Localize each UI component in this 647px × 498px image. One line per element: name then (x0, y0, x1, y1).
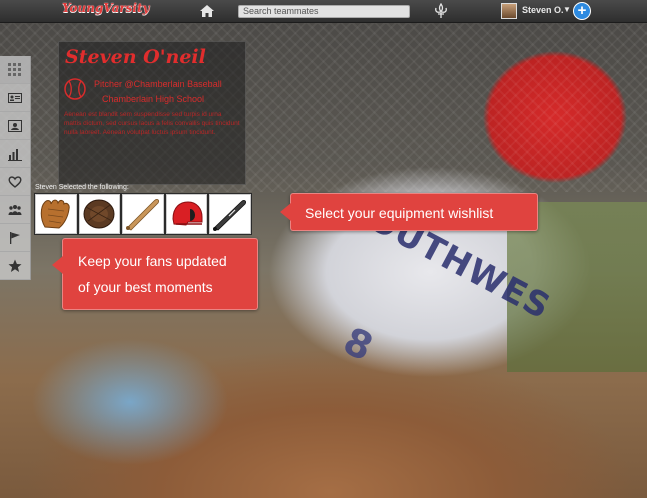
catchers-mitt-icon (83, 199, 115, 229)
jersey-number: 8 (336, 318, 380, 370)
equipment-item-baseball-glove[interactable] (35, 194, 77, 234)
equipment-wishlist-callout: Select your equipment wishlist (280, 193, 538, 231)
profile-bio: Aenean est blandit sem suspendisse sed t… (64, 111, 240, 136)
wood-bat-icon (125, 199, 160, 231)
batting-helmet-icon (172, 201, 203, 226)
equipment-item-batting-helmet[interactable] (165, 194, 208, 234)
baseball-icon (64, 78, 86, 100)
callout-line-2: of your best moments (78, 279, 213, 295)
sidebar-item-id-card[interactable] (0, 84, 30, 112)
callout-text: Select your equipment wishlist (305, 205, 494, 221)
baseball-glove-icon (40, 199, 70, 229)
fans-update-callout: Keep your fans updated of your best mome… (52, 238, 258, 310)
callout-pointer (52, 256, 63, 274)
wishlist-label: Steven Selected the following: (35, 184, 129, 191)
callout-pointer (280, 203, 291, 221)
profile-card: Steven O'neil Pitcher @Chamberlain Baseb… (58, 41, 246, 185)
school-line[interactable]: Chamberlain High School (102, 94, 204, 104)
id-card-icon (8, 92, 22, 103)
sidebar-item-team[interactable] (0, 196, 30, 224)
profile-card-icon (8, 119, 22, 132)
sidebar-item-stats[interactable] (0, 140, 30, 168)
star-icon (8, 259, 22, 272)
callout-line-1: Keep your fans updated (78, 253, 227, 269)
equipment-item-aluminum-bat[interactable] (209, 194, 251, 234)
top-navigation-bar: YoungVarsity Search teammates Steven O. … (0, 0, 647, 23)
bar-chart-icon (8, 148, 22, 161)
sidebar-item-star[interactable] (0, 252, 30, 280)
grid-icon (8, 62, 21, 76)
aluminum-bat-icon (213, 200, 247, 231)
home-icon[interactable] (199, 4, 215, 18)
add-button[interactable]: + (573, 2, 591, 20)
fleur-de-lis-icon[interactable] (434, 3, 448, 19)
app-logo[interactable]: YoungVarsity (62, 1, 150, 15)
equipment-item-wood-bat[interactable] (122, 194, 164, 234)
flag-icon (10, 231, 20, 244)
profile-name[interactable]: Steven O'neil (65, 46, 206, 68)
equipment-item-catchers-mitt[interactable] (78, 194, 121, 234)
position-line: Pitcher @Chamberlain Baseball (94, 79, 222, 89)
sidebar-item-grid[interactable] (0, 56, 30, 84)
chevron-down-icon[interactable]: ▼ (563, 5, 571, 14)
search-input[interactable]: Search teammates (238, 5, 410, 18)
team-icon (8, 204, 22, 215)
heart-icon (8, 175, 22, 188)
sidebar-item-profile-card[interactable] (0, 112, 30, 140)
user-name[interactable]: Steven O. (522, 5, 564, 15)
sidebar (0, 56, 31, 280)
sidebar-item-flag[interactable] (0, 224, 30, 252)
sidebar-item-favorites[interactable] (0, 168, 30, 196)
equipment-wishlist (34, 193, 252, 235)
user-avatar[interactable] (501, 3, 517, 19)
